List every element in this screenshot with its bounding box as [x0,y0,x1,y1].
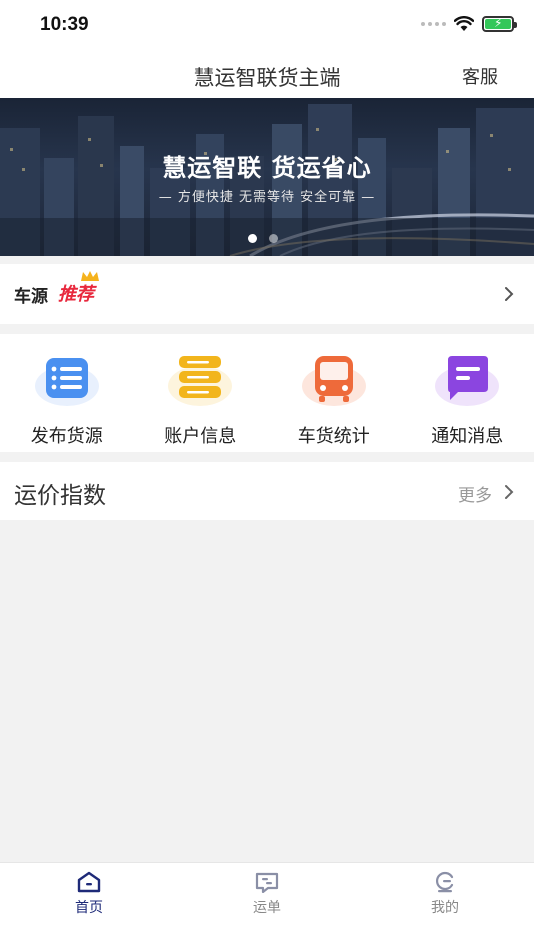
action-label: 发布货源 [30,426,103,447]
more-link[interactable]: 更多 [458,481,492,506]
carousel-dot-1[interactable] [248,234,257,243]
home-icon [77,871,101,893]
tab-label: 我的 [431,900,459,916]
list-icon [34,358,99,406]
vehicle-source-label: 车源 [14,287,48,307]
tab-bar: 首页 运单 我的 [0,862,534,950]
battery-icon: ⚡ [482,16,517,32]
tab-label: 首页 [75,900,103,916]
customer-service-button[interactable]: 客服 [462,63,498,89]
database-icon [168,356,233,406]
signal-icon [421,22,446,26]
action-label: 车货统计 [297,426,370,447]
tab-label: 运单 [253,900,281,916]
action-notifications[interactable]: 通知消息 [401,334,534,452]
quick-actions: 发布货源 账户信息 车货统计 通知消息 [0,334,534,452]
bus-icon [301,356,366,406]
nav-bar: 慧运智联货主端 客服 [0,52,534,98]
waybill-icon [255,872,279,893]
carousel-dots [248,234,278,243]
banner-subtitle: — 方便快捷 无需等待 安全可靠 — [158,190,376,205]
chevron-right-icon[interactable] [504,484,514,500]
recommend-tag: 推荐 [58,284,94,305]
banner-title: 慧运智联 货运省心 [162,154,372,182]
rate-index-title: 运价指数 [14,483,106,509]
status-time: 10:39 [40,14,89,35]
profile-icon [435,871,454,893]
rate-index-content [0,520,534,862]
chevron-right-icon [505,287,514,301]
tab-home[interactable]: 首页 [0,863,178,950]
action-label: 通知消息 [431,426,504,447]
action-label: 账户信息 [164,426,237,447]
status-icons: ⚡ [421,16,517,32]
message-icon [435,356,500,406]
action-cargo-stats[interactable]: 车货统计 [267,334,401,452]
tab-waybill[interactable]: 运单 [178,863,356,950]
rate-index-header: 运价指数 更多 [0,462,534,520]
status-bar: 10:39 ⚡ [0,0,534,52]
wifi-icon [454,16,474,31]
carousel-dot-2[interactable] [269,234,278,243]
crown-icon [81,271,99,281]
banner-carousel[interactable]: 慧运智联 货运省心 — 方便快捷 无需等待 安全可靠 — [0,98,534,256]
action-account-info[interactable]: 账户信息 [134,334,268,452]
vehicle-source-row[interactable]: 车源 推荐 [0,264,534,324]
action-publish-cargo[interactable]: 发布货源 [0,334,134,452]
tab-profile[interactable]: 我的 [356,863,534,950]
page-title: 慧运智联货主端 [193,66,341,90]
